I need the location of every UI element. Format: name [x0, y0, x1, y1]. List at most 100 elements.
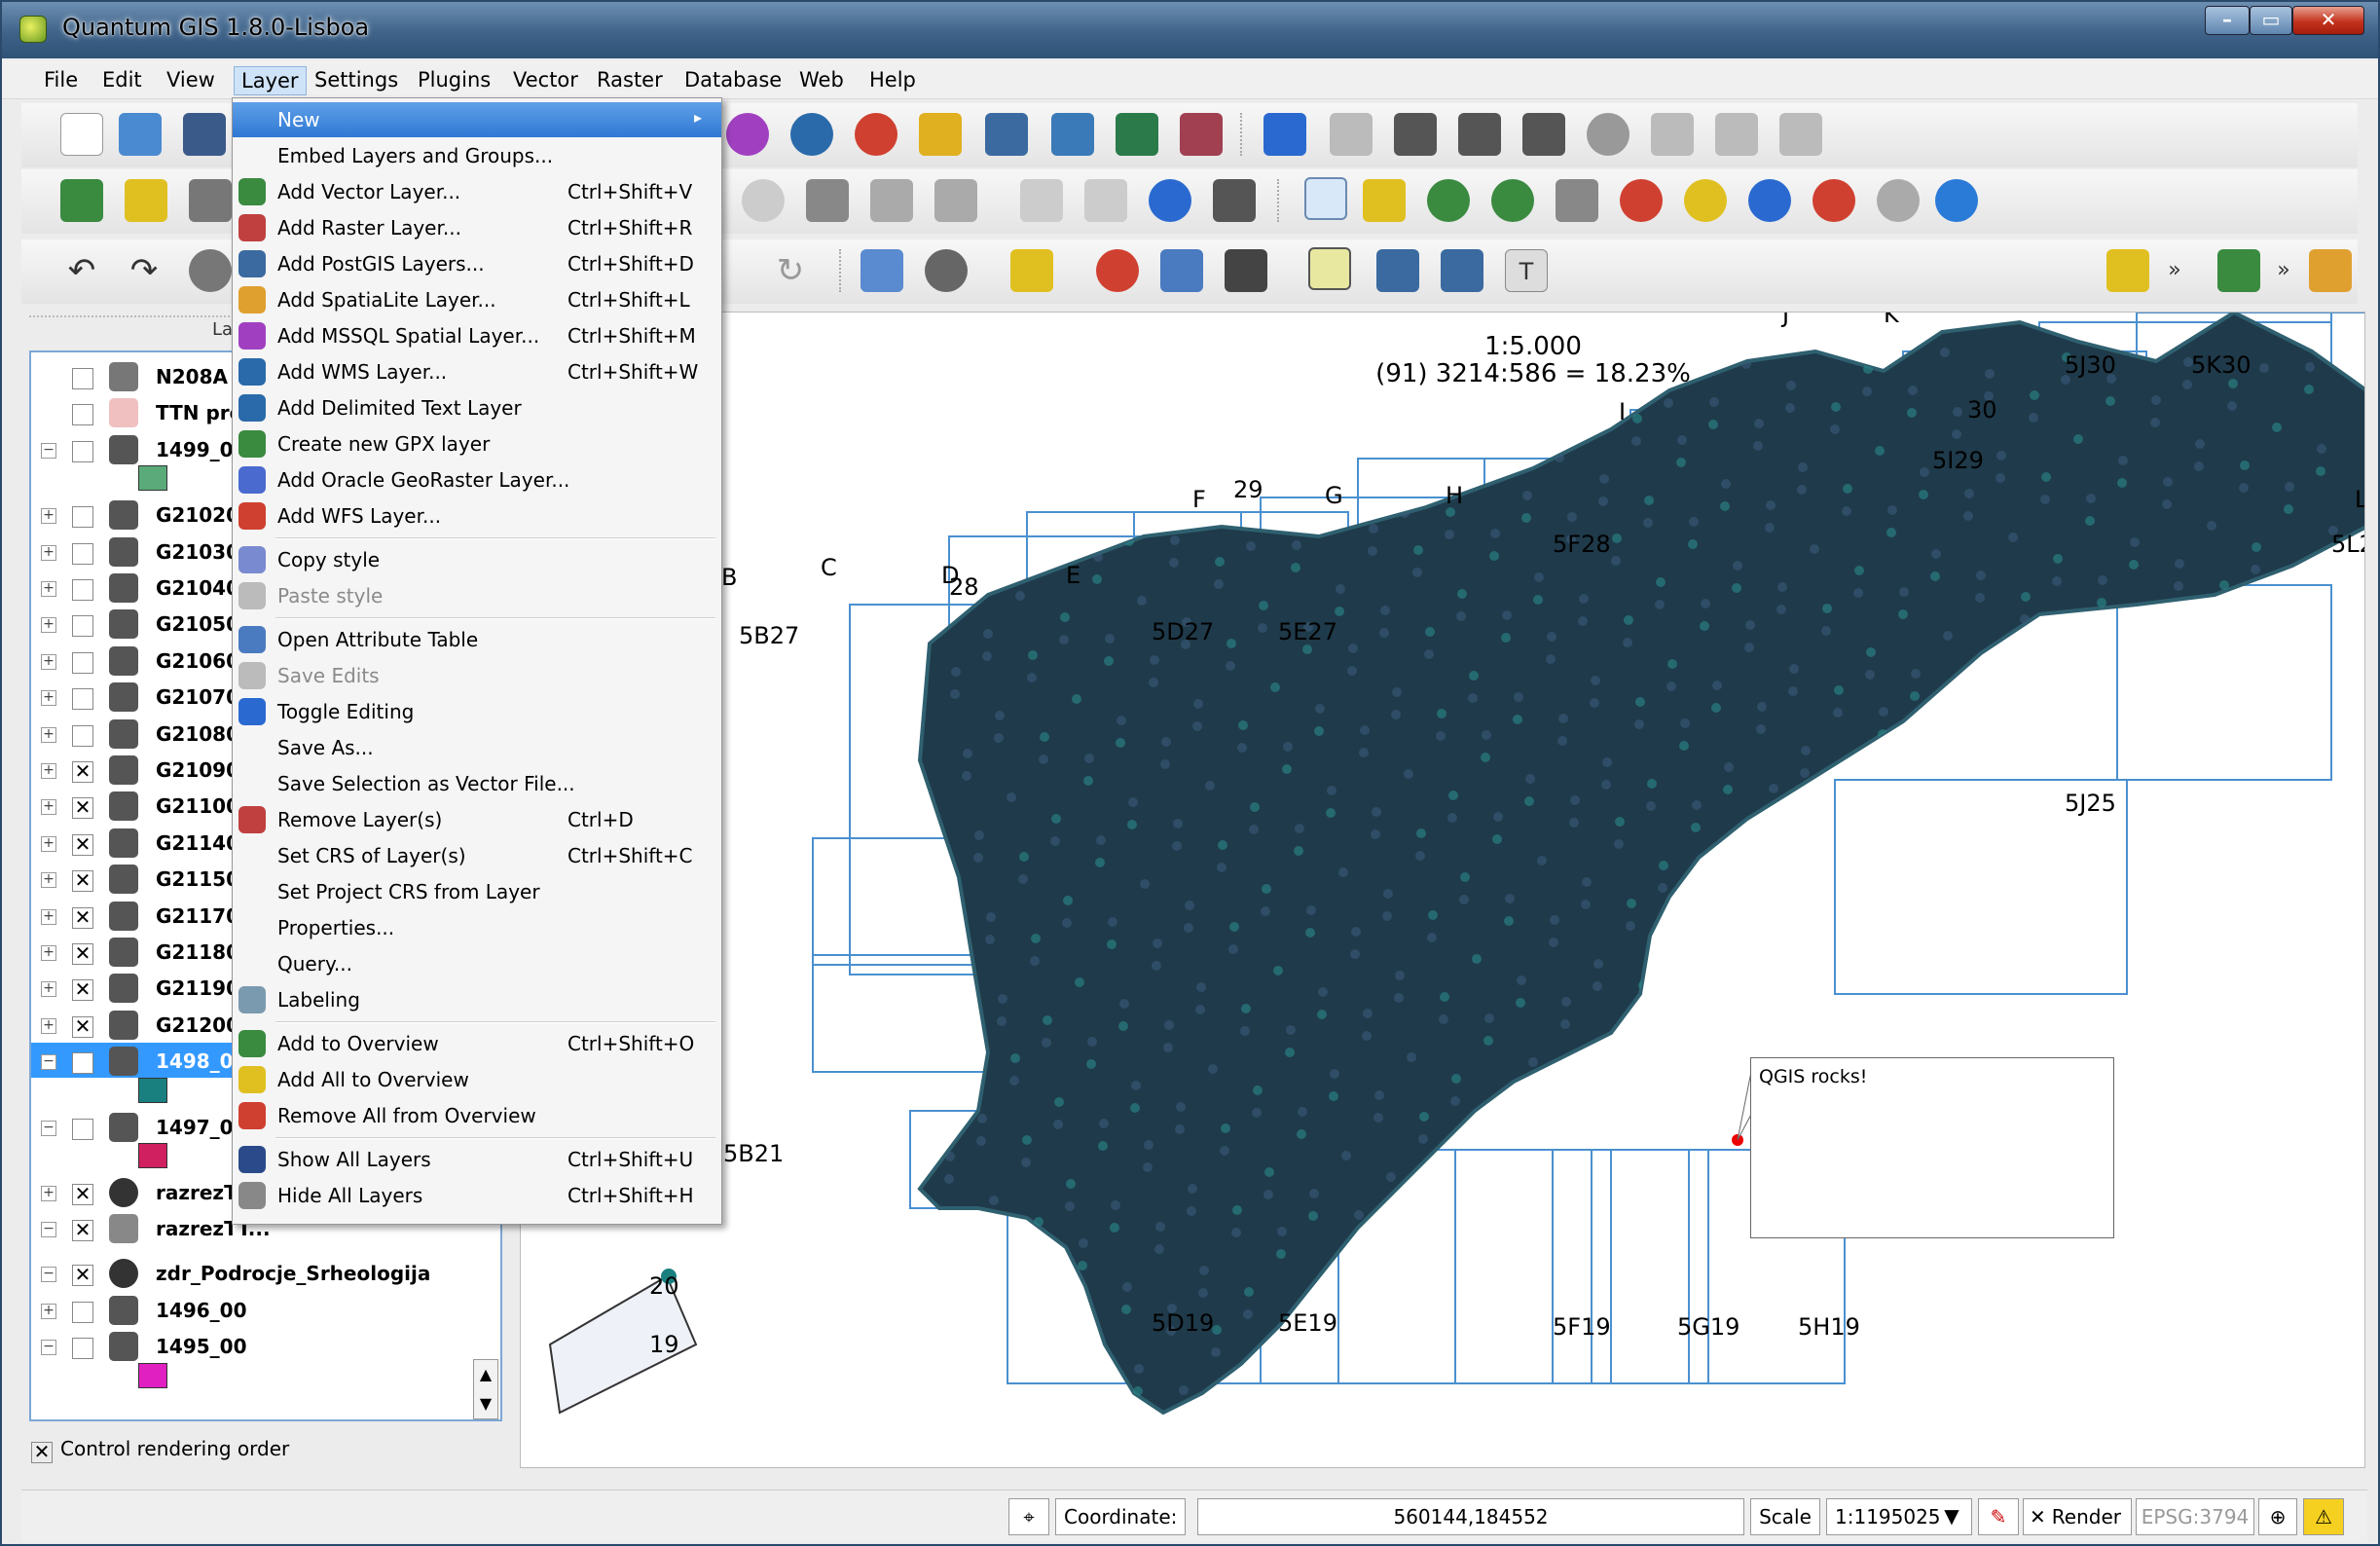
menu-item-remove-layer-s[interactable]: Remove Layer(s) Ctrl+D — [233, 802, 721, 837]
new-bookmark-icon[interactable] — [1376, 249, 1419, 292]
render-order-checkbox[interactable]: ✕ — [31, 1442, 53, 1463]
map-canvas[interactable]: ABCDEFGHIJKL1920212223242526272829305J30… — [520, 312, 2365, 1468]
layer-visibility-checkbox[interactable]: ✕ — [72, 979, 93, 1002]
expand-icon[interactable]: + — [41, 981, 56, 998]
menu-item-add-delimited-text-layer[interactable]: Add Delimited Text Layer — [233, 390, 721, 425]
add-delimited-icon[interactable] — [189, 179, 232, 222]
map-tips-icon[interactable] — [1308, 247, 1351, 290]
expand-icon[interactable]: + — [41, 1017, 56, 1034]
layer-visibility-checkbox[interactable]: ✕ — [72, 833, 93, 856]
menu-item-paste-style[interactable]: Paste style — [233, 578, 721, 613]
collapse-icon[interactable]: − — [41, 1120, 56, 1136]
layer-visibility-checkbox[interactable] — [72, 615, 93, 638]
menu-layer[interactable]: Layer — [234, 66, 307, 95]
scale-dropdown-icon[interactable]: ▼ — [1931, 1498, 1972, 1535]
show-bookmarks-icon[interactable] — [1441, 249, 1483, 292]
menu-database[interactable]: Database — [677, 66, 788, 93]
add-feature-icon[interactable] — [1394, 113, 1437, 156]
open-project-icon[interactable] — [119, 113, 162, 156]
render-order-toggle[interactable]: ✕ Control rendering order — [31, 1437, 289, 1463]
plugin-d2s-icon[interactable] — [2106, 249, 2149, 292]
move-label-icon[interactable] — [934, 179, 977, 222]
layer-visibility-checkbox[interactable] — [72, 1118, 93, 1140]
menu-item-add-mssql-spatial-layer[interactable]: Add MSSQL Spatial Layer... Ctrl+Shift+M — [233, 318, 721, 353]
layers-panel-header[interactable]: La — [29, 315, 234, 345]
zoom-last-icon[interactable] — [1812, 179, 1855, 222]
expand-icon[interactable]: + — [41, 508, 56, 525]
close-button[interactable]: ✕ — [2292, 6, 2364, 35]
expand-icon[interactable]: + — [41, 908, 56, 925]
new-project-icon[interactable] — [60, 113, 103, 156]
menu-item-embed-layers-and-groups[interactable]: Embed Layers and Groups... — [233, 138, 721, 173]
expand-icon[interactable]: + — [41, 653, 56, 670]
menu-item-add-postgis-layers[interactable]: Add PostGIS Layers... Ctrl+Shift+D — [233, 246, 721, 281]
layer-visibility-checkbox[interactable]: ✕ — [72, 1015, 93, 1038]
layer-row[interactable]: +1496_00 — [31, 1292, 498, 1327]
toolbar-overflow-icon[interactable]: » — [2153, 249, 2196, 292]
layer-visibility-checkbox[interactable]: ✕ — [72, 943, 93, 965]
show-hide-label-icon[interactable] — [870, 179, 913, 222]
menu-web[interactable]: Web — [792, 66, 851, 93]
rotate-label-icon[interactable] — [1020, 179, 1063, 222]
map-view[interactable]: ABCDEFGHIJKL1920212223242526272829305J30… — [521, 313, 2365, 1468]
simplify-icon[interactable] — [189, 249, 232, 292]
render-checkbox-icon[interactable]: ✕ — [2030, 1505, 2046, 1528]
redo-icon[interactable]: ↷ — [123, 249, 165, 292]
menu-file[interactable]: File — [37, 66, 85, 93]
layer-visibility-checkbox[interactable] — [72, 1052, 93, 1075]
layer-visibility-checkbox[interactable] — [72, 404, 93, 426]
run-action-icon[interactable] — [925, 249, 968, 292]
text-annotation[interactable]: QGIS rocks! — [1750, 1057, 2114, 1238]
pin-label-icon[interactable] — [806, 179, 849, 222]
zoom-to-selection-icon[interactable] — [1684, 179, 1727, 222]
menu-item-properties[interactable]: Properties... — [233, 910, 721, 945]
zoom-actual-icon[interactable] — [1556, 179, 1598, 222]
collapse-icon[interactable]: − — [41, 1222, 56, 1238]
menu-item-save-selection-as-vector-file[interactable]: Save Selection as Vector File... — [233, 766, 721, 801]
layer-visibility-checkbox[interactable]: ✕ — [72, 870, 93, 893]
select-features-icon[interactable] — [1010, 249, 1053, 292]
add-oracle-icon[interactable] — [1180, 113, 1223, 156]
render-toggle[interactable]: ✕ Render — [2023, 1498, 2132, 1535]
identify-icon[interactable] — [860, 249, 903, 292]
maximize-button[interactable]: ▭ — [2250, 6, 2292, 35]
zoom-in-icon[interactable] — [1427, 179, 1470, 222]
add-vector-icon[interactable] — [60, 179, 103, 222]
expand-icon[interactable]: + — [41, 763, 56, 779]
collapse-icon[interactable]: − — [41, 1340, 56, 1356]
layers-scrollbar[interactable]: ▲ ▼ — [473, 1359, 498, 1419]
change-label-icon[interactable] — [1084, 179, 1127, 222]
stop-render-icon[interactable]: ✎ — [1978, 1498, 2019, 1535]
menu-item-show-all-layers[interactable]: Show All Layers Ctrl+Shift+U — [233, 1142, 721, 1177]
menu-settings[interactable]: Settings — [308, 66, 405, 93]
expand-icon[interactable]: + — [41, 544, 56, 561]
layer-visibility-checkbox[interactable] — [72, 579, 93, 601]
pan-hand-icon[interactable] — [1304, 177, 1347, 220]
edit-pencil-icon[interactable] — [1263, 113, 1306, 156]
warning-icon[interactable]: ⚠ — [2303, 1498, 2344, 1535]
zoom-to-layer-icon[interactable] — [1748, 179, 1791, 222]
expand-icon[interactable]: + — [41, 581, 56, 597]
layer-visibility-checkbox[interactable]: ✕ — [72, 906, 93, 929]
node-tool-icon[interactable] — [1522, 113, 1565, 156]
layer-visibility-checkbox[interactable] — [72, 368, 93, 389]
toggle-extents-icon[interactable]: ⌖ — [1008, 1498, 1049, 1535]
menu-item-save-as[interactable]: Save As... — [233, 730, 721, 765]
menu-item-add-oracle-georaster-layer[interactable]: Add Oracle GeoRaster Layer... — [233, 462, 721, 497]
expand-icon[interactable]: + — [41, 690, 56, 707]
remove-layer-icon[interactable] — [985, 113, 1028, 156]
menu-item-new[interactable]: New ▸ — [233, 102, 721, 137]
menu-raster[interactable]: Raster — [590, 66, 670, 93]
save-project-icon[interactable] — [183, 113, 226, 156]
menu-item-remove-all-from-overview[interactable]: Remove All from Overview — [233, 1098, 721, 1133]
add-raster-icon[interactable] — [125, 179, 167, 222]
layer-visibility-checkbox[interactable] — [72, 1338, 93, 1360]
globe-icon[interactable] — [1149, 179, 1191, 222]
toolbar-overflow-icon[interactable]: » — [2262, 249, 2305, 292]
plugin-export-icon[interactable] — [2309, 249, 2352, 292]
layer-row[interactable]: − ✕ zdr_Podrocje_Srheologija — [31, 1255, 498, 1290]
menu-item-add-all-to-overview[interactable]: Add All to Overview — [233, 1062, 721, 1097]
menu-vector[interactable]: Vector — [506, 66, 585, 93]
layer-visibility-checkbox[interactable]: ✕ — [72, 1265, 93, 1287]
coordinate-value[interactable]: 560144,184552 — [1197, 1498, 1744, 1535]
